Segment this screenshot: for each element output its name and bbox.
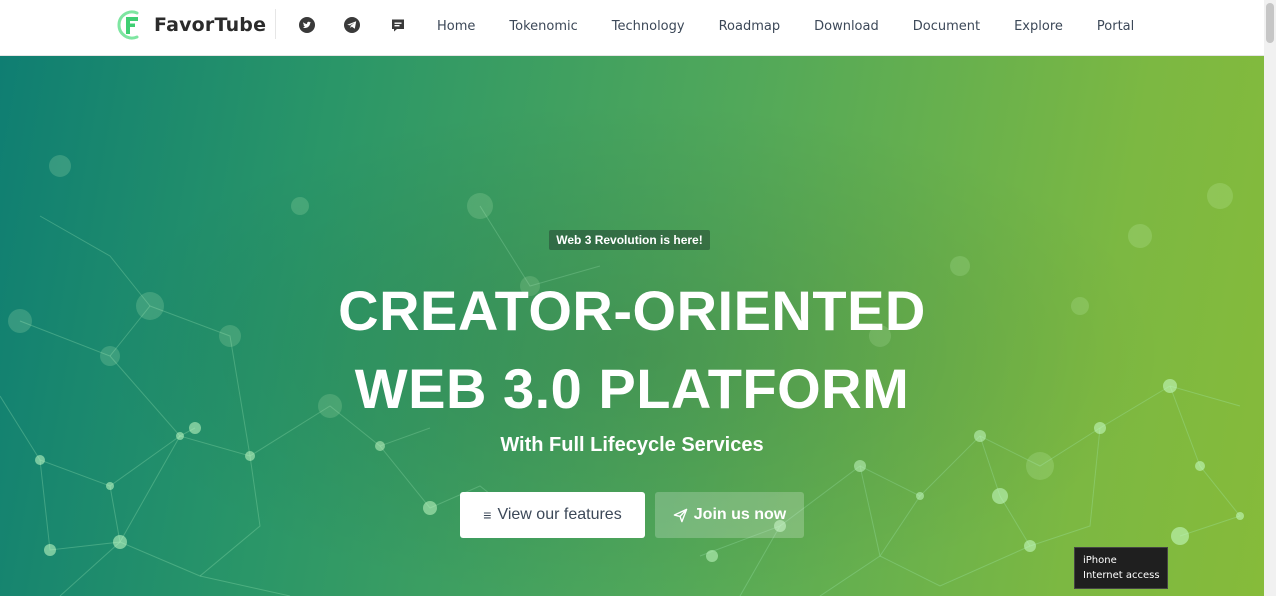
main-nav: Home Tokenomic Technology Roadmap Downlo… xyxy=(420,0,1151,52)
view-features-label: View our features xyxy=(497,506,622,523)
nav-item-roadmap[interactable]: Roadmap xyxy=(702,19,798,34)
tooltip-line-2: Internet access xyxy=(1083,570,1160,581)
network-tooltip: iPhone Internet access xyxy=(1074,547,1168,589)
discord-icon xyxy=(392,19,404,32)
twitter-icon xyxy=(299,17,315,33)
hero-title-line-1: CREATOR-ORIENTED xyxy=(338,279,926,342)
nav-item-tokenomic[interactable]: Tokenomic xyxy=(492,19,594,34)
telegram-icon xyxy=(344,17,360,33)
nav-item-home[interactable]: Home xyxy=(420,19,492,34)
discord-link[interactable] xyxy=(389,16,407,34)
join-us-label: Join us now xyxy=(693,506,787,523)
site-header: FavorTube Home Tokenomic Technology Road… xyxy=(0,0,1264,56)
nav-item-document[interactable]: Document xyxy=(896,19,997,34)
nav-item-download[interactable]: Download xyxy=(797,19,896,34)
nav-item-technology[interactable]: Technology xyxy=(595,19,702,34)
brand-name: FavorTube xyxy=(154,14,267,36)
page-scrollbar[interactable] xyxy=(1264,0,1276,596)
nav-item-explore[interactable]: Explore xyxy=(997,19,1080,34)
hero-title: CREATOR-ORIENTED WEB 3.0 PLATFORM xyxy=(232,272,1032,428)
favortube-logo-icon xyxy=(117,10,139,40)
scrollbar-thumb[interactable] xyxy=(1266,3,1274,43)
hero-badge: Web 3 Revolution is here! xyxy=(549,230,710,250)
tooltip-line-1: iPhone xyxy=(1083,555,1117,566)
list-icon: ≡ xyxy=(483,507,492,523)
hero-subtitle: With Full Lifecycle Services xyxy=(500,434,764,456)
twitter-link[interactable] xyxy=(298,16,316,34)
nav-item-portal[interactable]: Portal xyxy=(1080,19,1151,34)
hero-section: Web 3 Revolution is here! CREATOR-ORIENT… xyxy=(0,56,1264,596)
hero-title-line-2: WEB 3.0 PLATFORM xyxy=(354,357,910,420)
brand-logo[interactable]: FavorTube xyxy=(116,7,266,43)
join-us-button[interactable]: Join us now xyxy=(655,492,804,538)
telegram-link[interactable] xyxy=(343,16,361,34)
header-divider xyxy=(275,9,276,39)
send-icon xyxy=(673,508,688,522)
view-features-button[interactable]: ≡ View our features xyxy=(460,492,645,538)
